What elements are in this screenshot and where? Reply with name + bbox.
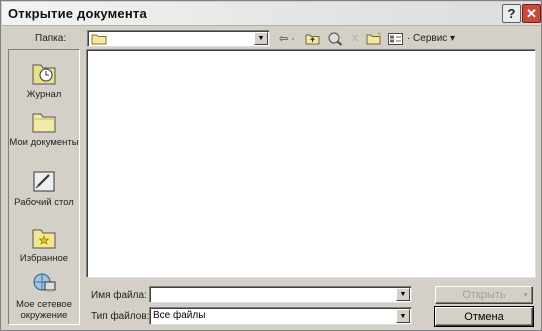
views-button[interactable] (386, 30, 404, 47)
help-button[interactable]: ? (502, 4, 521, 23)
filetype-value: Все файлы (153, 310, 206, 321)
back-icon: ⇦ · (279, 33, 295, 45)
folder-icon (91, 33, 107, 48)
chevron-down-icon[interactable]: ▼ (396, 309, 410, 323)
network-places-icon (33, 273, 56, 292)
delete-button[interactable]: ✕ (347, 30, 363, 47)
place-label: Рабочий стол (14, 197, 74, 208)
folder-label: Папка: (35, 33, 67, 44)
title-bar[interactable]: Открытие документа ? ✕ (2, 2, 541, 26)
chevron-down-icon[interactable]: ▼ (396, 288, 410, 301)
desktop-icon (33, 171, 55, 192)
place-favorites[interactable]: Избранное (9, 224, 79, 264)
places-bar: Журнал Мои документы Рабочий стол Избран… (8, 49, 80, 325)
place-desktop[interactable]: Рабочий стол (9, 168, 79, 208)
place-label: Журнал (26, 89, 62, 100)
folder-combo[interactable]: ▼ (87, 30, 270, 47)
open-options-arrow-icon[interactable]: ▼ (522, 292, 529, 299)
place-label: Мои документы (9, 137, 79, 148)
views-icon (387, 32, 403, 45)
new-folder-button[interactable] (365, 30, 383, 47)
delete-icon: ✕ (350, 33, 360, 45)
filetype-label: Тип файлов: (91, 311, 150, 322)
search-web-icon (328, 32, 343, 46)
search-web-button[interactable] (325, 30, 345, 47)
history-icon (32, 64, 56, 85)
filename-label: Имя файла: (91, 290, 147, 301)
cancel-button[interactable]: Отмена (434, 306, 534, 327)
my-documents-icon (32, 113, 56, 133)
filename-input[interactable]: ▼ (149, 286, 412, 303)
close-button[interactable]: ✕ (522, 4, 541, 23)
open-button-label: Открыть (462, 289, 506, 301)
up-folder-button[interactable] (303, 30, 321, 47)
place-network[interactable]: Мое сетевое окружение (9, 270, 79, 321)
up-folder-icon (305, 34, 319, 45)
place-label: Избранное (19, 253, 69, 264)
service-menu[interactable]: · Сервис ▾ (406, 30, 456, 47)
new-folder-icon (366, 32, 381, 45)
filetype-select[interactable]: Все файлы ▼ (149, 307, 412, 325)
file-list[interactable] (86, 49, 536, 278)
place-history[interactable]: Журнал (9, 60, 79, 100)
open-document-dialog: Открытие документа ? ✕ Папка: ▼ ⇦ · ✕ · … (0, 0, 542, 331)
open-button[interactable]: Открыть ▼ (435, 286, 533, 304)
window-title: Открытие документа (8, 6, 147, 21)
back-button[interactable]: ⇦ · (275, 30, 299, 47)
place-label: Мое сетевое окружение (16, 299, 72, 321)
place-my-documents[interactable]: Мои документы (9, 108, 79, 148)
chevron-down-icon[interactable]: ▼ (254, 32, 268, 45)
favorites-icon (32, 229, 56, 249)
